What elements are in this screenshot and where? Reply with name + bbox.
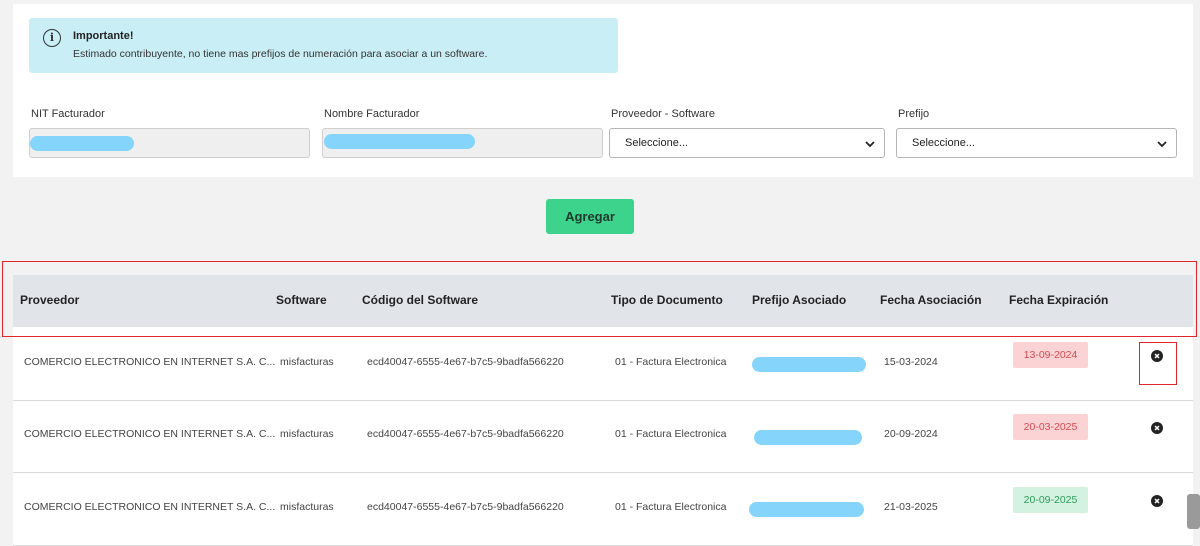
cell-software: misfacturas [280, 501, 334, 513]
prefijo-select-value: Seleccione... [912, 137, 975, 149]
table-row: COMERCIO ELECTRONICO EN INTERNET S.A. C.… [13, 474, 1193, 546]
redacted-value [324, 134, 475, 149]
proveedor-select-value: Seleccione... [625, 137, 688, 149]
prefijo-select[interactable]: Seleccione... [896, 128, 1177, 158]
header-highlight-box [2, 261, 1197, 337]
cell-software: misfacturas [280, 428, 334, 440]
cell-fecha-asociacion: 20-09-2024 [884, 428, 938, 440]
remove-icon[interactable] [1151, 422, 1163, 434]
redacted-value [30, 136, 134, 151]
table-row: COMERCIO ELECTRONICO EN INTERNET S.A. C.… [13, 329, 1193, 401]
remove-icon[interactable] [1151, 495, 1163, 507]
cell-fecha-asociacion: 21-03-2025 [884, 501, 938, 513]
redacted-prefijo [749, 502, 864, 517]
status-badge: 20-03-2025 [1013, 414, 1088, 440]
status-badge: 13-09-2024 [1013, 342, 1088, 368]
cell-proveedor: COMERCIO ELECTRONICO EN INTERNET S.A. C.… [24, 501, 276, 513]
cell-tipo: 01 - Factura Electronica [615, 428, 727, 440]
table-row: COMERCIO ELECTRONICO EN INTERNET S.A. C.… [13, 401, 1193, 473]
chevron-down-icon [1157, 141, 1167, 148]
cell-tipo: 01 - Factura Electronica [615, 356, 727, 368]
info-alert: i Importante! Estimado contribuyente, no… [29, 18, 618, 73]
nit-field[interactable] [29, 128, 310, 158]
proveedor-select[interactable]: Seleccione... [609, 128, 885, 158]
prefijo-label: Prefijo [898, 108, 930, 120]
cell-software: misfacturas [280, 356, 334, 368]
cell-proveedor: COMERCIO ELECTRONICO EN INTERNET S.A. C.… [24, 356, 276, 368]
status-badge: 20-09-2025 [1013, 487, 1088, 513]
nombre-label: Nombre Facturador [324, 108, 420, 120]
agregar-button[interactable]: Agregar [546, 199, 634, 234]
nombre-field[interactable] [322, 128, 603, 158]
form-panel: i Importante! Estimado contribuyente, no… [13, 4, 1193, 177]
scrollbar-thumb[interactable] [1187, 494, 1200, 529]
alert-title: Importante! [73, 30, 134, 42]
proveedor-label: Proveedor - Software [611, 108, 715, 120]
cell-codigo: ecd40047-6555-4e67-b7c5-9badfa566220 [367, 428, 564, 440]
cell-proveedor: COMERCIO ELECTRONICO EN INTERNET S.A. C.… [24, 428, 276, 440]
cell-fecha-asociacion: 15-03-2024 [884, 356, 938, 368]
cell-tipo: 01 - Factura Electronica [615, 501, 727, 513]
cell-codigo: ecd40047-6555-4e67-b7c5-9badfa566220 [367, 356, 564, 368]
chevron-down-icon [865, 141, 875, 148]
redacted-prefijo [752, 357, 866, 372]
info-icon: i [43, 29, 61, 47]
nit-label: NIT Facturador [31, 108, 105, 120]
alert-message: Estimado contribuyente, no tiene mas pre… [73, 48, 488, 60]
remove-highlight-box [1139, 342, 1177, 385]
cell-codigo: ecd40047-6555-4e67-b7c5-9badfa566220 [367, 501, 564, 513]
redacted-prefijo [754, 430, 862, 445]
